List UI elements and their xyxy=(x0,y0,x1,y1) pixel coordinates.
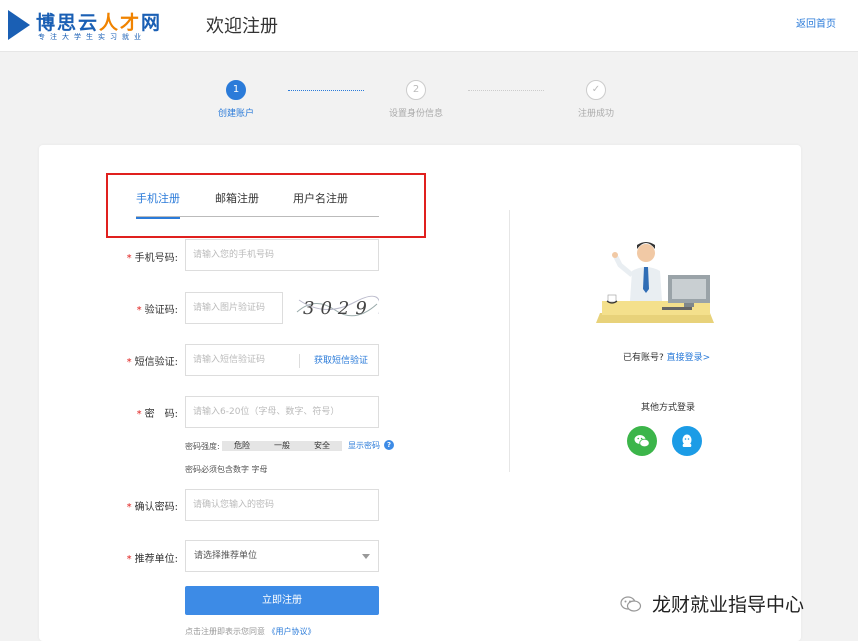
other-login-label: 其他方式登录 xyxy=(641,403,696,413)
watermark: 龙财就业指导中心 xyxy=(620,590,804,617)
page-title: 欢迎注册 xyxy=(206,16,278,37)
wechat-watermark-icon xyxy=(620,596,642,612)
step-connector xyxy=(468,90,544,91)
top-header: 博思云人才网 专注大学生实习就业 欢迎注册 返回首页 xyxy=(0,0,858,52)
svg-text:3029: 3029 xyxy=(303,298,373,319)
step-identity-info: 2 设置身份信息 xyxy=(366,80,466,119)
strength-level-normal: 一般 xyxy=(262,441,302,451)
site-logo[interactable]: 博思云人才网 专注大学生实习就业 xyxy=(8,8,188,44)
user-agreement-link[interactable]: 《用户协议》 xyxy=(268,627,316,636)
register-button[interactable]: 立即注册 xyxy=(185,586,379,615)
qq-login-button[interactable] xyxy=(672,426,702,456)
referrer-selected-value: 请选择推荐单位 xyxy=(194,551,258,561)
login-link[interactable]: 直接登录> xyxy=(667,353,711,363)
confirm-password-input[interactable] xyxy=(185,489,379,521)
logo-slogan: 专注大学生实习就业 xyxy=(38,33,146,41)
strength-label: 密码强度: xyxy=(185,442,220,451)
register-card: 手机注册 邮箱注册 用户名注册 *手机号码: *验证码: 3029 *短信验证:… xyxy=(39,145,801,641)
referrer-select[interactable]: 请选择推荐单位 xyxy=(185,540,379,572)
help-icon[interactable]: ? xyxy=(384,440,394,450)
step-label: 设置身份信息 xyxy=(388,109,443,119)
phone-label: * 手机号码: xyxy=(126,253,178,264)
step-create-account: 1 创建账户 xyxy=(186,80,286,119)
back-home-link[interactable]: 返回首页 xyxy=(796,15,836,30)
step-success: ✓ 注册成功 xyxy=(546,80,646,119)
registration-steps: 1 创建账户 2 设置身份信息 ✓ 注册成功 xyxy=(0,80,858,125)
wechat-icon xyxy=(634,435,650,448)
confirm-password-label: * 确认密码: xyxy=(126,502,178,513)
vertical-divider xyxy=(509,210,510,472)
show-password-link[interactable]: 显示密码 xyxy=(348,440,380,451)
password-input[interactable] xyxy=(185,396,379,428)
phone-input[interactable] xyxy=(185,239,379,271)
captcha-image[interactable]: 3029 xyxy=(295,292,379,322)
wechat-login-button[interactable] xyxy=(627,426,657,456)
password-hint: 密码必须包含数字 字母 xyxy=(185,465,268,474)
captcha-label: * 验证码: xyxy=(136,305,178,316)
step-connector xyxy=(288,90,364,91)
highlight-box xyxy=(106,173,426,238)
step-number: 1 xyxy=(226,80,246,100)
strength-level-safe: 安全 xyxy=(302,441,342,451)
step-number: 2 xyxy=(406,80,426,100)
qq-icon xyxy=(682,434,692,447)
has-account-text: 已有账号? 直接登录> xyxy=(623,353,711,363)
chevron-down-icon xyxy=(362,554,370,559)
step-label: 创建账户 xyxy=(217,109,254,119)
sms-label: * 短信验证: xyxy=(126,357,178,368)
captcha-input[interactable] xyxy=(185,292,283,324)
referrer-label: * 推荐单位: xyxy=(126,554,178,565)
strength-level-danger: 危险 xyxy=(222,441,262,451)
get-sms-button[interactable]: 获取短信验证 xyxy=(299,354,379,368)
logo-mark-icon xyxy=(8,10,30,40)
password-label: * 密 码: xyxy=(136,409,178,420)
logo-name: 博思云人才网 xyxy=(36,12,163,34)
check-icon: ✓ xyxy=(586,80,606,100)
step-label: 注册成功 xyxy=(577,109,614,119)
office-illustration xyxy=(596,242,714,323)
agreement-text: 点击注册即表示您同意 《用户协议》 xyxy=(185,627,316,636)
